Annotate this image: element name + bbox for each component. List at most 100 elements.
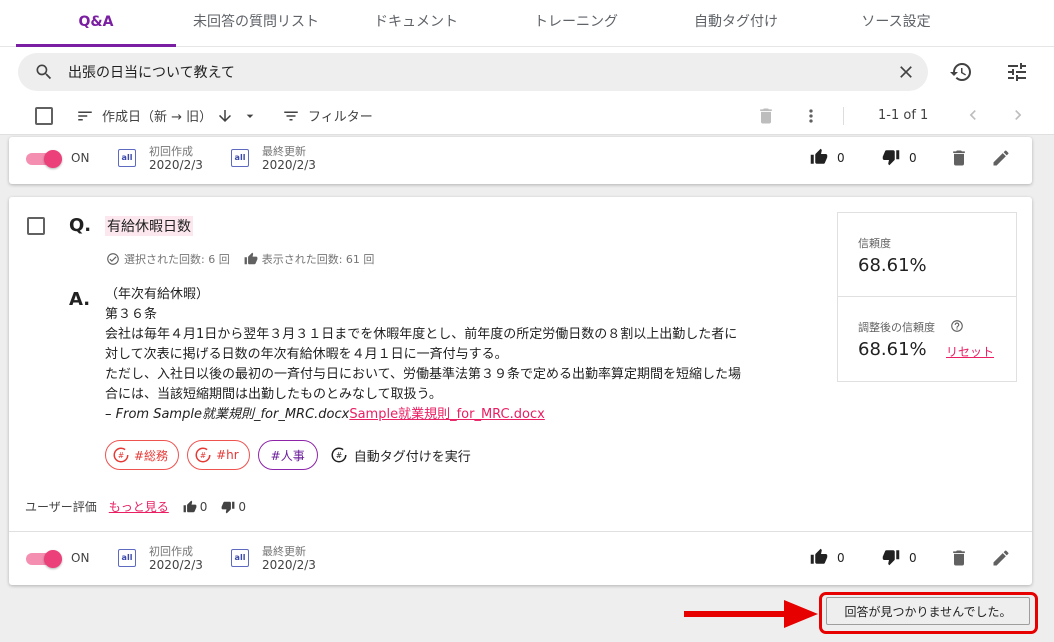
source-link[interactable]: Sample就業規則_for_MRC.docx xyxy=(349,407,544,422)
run-auto-tag-button[interactable]: # 自動タグ付けを実行 xyxy=(330,446,471,465)
thumbs-down-icon xyxy=(222,501,235,513)
thumbs-up-icon[interactable] xyxy=(810,148,828,166)
tag-label: #hr xyxy=(216,448,239,462)
adjusted-confidence-label: 調整後の信頼度 xyxy=(858,321,935,334)
toggle-label: ON xyxy=(71,151,90,165)
updated-date: 2020/2/3 xyxy=(262,558,316,572)
all-icon: all xyxy=(118,149,136,167)
tag-label: #総務 xyxy=(134,448,169,463)
answer-source: – From Sample就業規則_for_MRC.docxSample就業規則… xyxy=(105,405,805,425)
confidence-section: 信頼度 68.61% xyxy=(838,213,1016,297)
tag-chip[interactable]: #人事 xyxy=(257,440,318,470)
svg-text:#: # xyxy=(118,451,124,460)
tag-chip[interactable]: # #総務 xyxy=(105,440,180,470)
tab-training[interactable]: トレーニング xyxy=(496,0,656,46)
filter-control[interactable]: フィルター xyxy=(282,106,373,125)
trash-icon[interactable] xyxy=(756,106,776,126)
tab-bar: Q&A 未回答の質問リスト ドキュメント トレーニング 自動タグ付け ソース設定 xyxy=(0,0,1054,47)
question-title[interactable]: 有給休暇日数 xyxy=(105,216,193,236)
all-icon: all xyxy=(231,549,249,567)
tag-label: #人事 xyxy=(270,448,305,463)
search-box xyxy=(18,53,928,91)
thumbs-down-icon[interactable] xyxy=(882,548,900,566)
dislike-count: 0 xyxy=(909,151,917,165)
answer-text: （年次有給休暇） 第３６条 会社は毎年４月1日から翌年３月３１日までを休暇年度と… xyxy=(105,285,805,425)
history-icon[interactable] xyxy=(949,60,973,84)
trash-icon[interactable] xyxy=(949,148,969,168)
arrow-down-icon[interactable] xyxy=(216,107,234,125)
tab-unanswered[interactable]: 未回答の質問リスト xyxy=(176,0,336,46)
answer-line: 合には、当該短縮期間は出勤したものとみなして取扱う。 xyxy=(105,387,442,402)
tab-documents[interactable]: ドキュメント xyxy=(336,0,496,46)
auto-tag-label: 自動タグ付けを実行 xyxy=(353,449,471,465)
confidence-panel: 信頼度 68.61% 調整後の信頼度 68.61% リセット xyxy=(837,212,1017,382)
chevron-right-icon[interactable] xyxy=(1008,105,1028,125)
rating-like-count: 0 xyxy=(199,499,208,514)
reset-link[interactable]: リセット xyxy=(946,343,994,360)
edit-icon[interactable] xyxy=(991,148,1011,168)
answer-line: 第３６条 xyxy=(105,307,158,322)
edit-icon[interactable] xyxy=(991,548,1011,568)
see-more-link[interactable]: もっと見る xyxy=(109,498,169,515)
card-meta-row: ON all 初回作成 2020/2/3 all 最終更新 2020/2/3 0… xyxy=(9,137,1032,183)
select-all-checkbox[interactable] xyxy=(35,107,53,125)
tab-source-settings[interactable]: ソース設定 xyxy=(816,0,976,46)
tune-settings-icon[interactable] xyxy=(1005,60,1029,84)
created-date: 2020/2/3 xyxy=(149,158,203,172)
usage-stats: 選択された回数: 6 回 表示された回数: 61 回 xyxy=(106,251,374,267)
qa-select-checkbox[interactable] xyxy=(27,217,45,235)
tab-auto-tagging[interactable]: 自動タグ付け xyxy=(656,0,816,46)
user-rating: ユーザー評価 もっと見る 0 0 xyxy=(25,498,246,515)
sort-control[interactable]: 作成日（新 → 旧） xyxy=(76,106,258,125)
thumbs-down-icon[interactable] xyxy=(882,148,900,166)
rating-label: ユーザー評価 xyxy=(25,500,97,514)
answer-not-found-button[interactable]: 回答が見つかりませんでした。 xyxy=(826,597,1030,625)
hashtag-icon: # xyxy=(331,447,347,463)
search-input[interactable] xyxy=(68,60,888,84)
tag-chip[interactable]: # #hr xyxy=(187,440,250,470)
card-divider xyxy=(9,531,1032,532)
hashtag-icon: # xyxy=(195,447,211,463)
source-prefix: – From Sample就業規則_for_MRC.docx xyxy=(105,407,350,422)
confidence-value: 68.61% xyxy=(858,255,927,276)
thumbs-up-icon[interactable] xyxy=(810,548,828,566)
confidence-label: 信頼度 xyxy=(858,237,891,250)
svg-text:#: # xyxy=(200,451,206,460)
qa-card-previous: ON all 初回作成 2020/2/3 all 最終更新 2020/2/3 0… xyxy=(9,137,1032,184)
more-vert-icon[interactable] xyxy=(801,105,821,127)
qa-card: Q. 有給休暇日数 選択された回数: 6 回 表示された回数: 61 回 A. … xyxy=(9,197,1032,585)
publish-toggle[interactable] xyxy=(26,550,62,568)
chevron-left-icon[interactable] xyxy=(963,105,983,125)
filter-icon xyxy=(284,111,298,120)
tab-qa[interactable]: Q&A xyxy=(16,0,176,47)
displayed-count: 表示された回数: 61 回 xyxy=(261,253,375,266)
svg-text:#: # xyxy=(336,451,342,460)
search-icon xyxy=(36,64,52,80)
arrow-right-icon xyxy=(684,600,818,628)
filter-label: フィルター xyxy=(308,110,373,125)
caret-down-icon[interactable] xyxy=(242,108,258,124)
answer-mark-label: A. xyxy=(69,289,91,310)
answer-line: （年次有給休暇） xyxy=(105,287,210,302)
sort-label: 作成日（新 → 旧） xyxy=(102,110,213,125)
clear-search-icon[interactable] xyxy=(896,62,916,82)
answer-line: 会社は毎年４月1日から翌年３月３１日までを休暇年度とし、前年度の所定労働日数の８… xyxy=(105,327,738,342)
trash-icon[interactable] xyxy=(949,548,969,568)
all-icon: all xyxy=(231,149,249,167)
question-mark-label: Q. xyxy=(69,215,92,236)
all-icon: all xyxy=(118,549,136,567)
publish-toggle[interactable] xyxy=(26,150,62,168)
like-count: 0 xyxy=(837,551,845,565)
tag-list: # #総務 # #hr #人事 # 自動タグ付けを実行 xyxy=(105,440,471,470)
answer-line: ただし、入社日以後の最初の一斉付与日において、労働基準法第３９条で定める出勤率算… xyxy=(105,367,741,382)
updated-label: 最終更新 xyxy=(262,145,306,158)
updated-date: 2020/2/3 xyxy=(262,158,316,172)
list-toolbar: 作成日（新 → 旧） フィルター 1-1 of 1 xyxy=(0,99,1054,135)
thumbs-up-icon xyxy=(183,500,197,512)
help-icon[interactable] xyxy=(950,319,964,333)
toolbar-divider xyxy=(843,107,844,125)
created-date: 2020/2/3 xyxy=(149,558,203,572)
selected-count: 選択された回数: 6 回 xyxy=(124,253,230,266)
like-count: 0 xyxy=(837,151,845,165)
answer-line: 対して次表に掲げる日数の年次有給休暇を４月１日に一斉付与する。 xyxy=(105,347,508,362)
